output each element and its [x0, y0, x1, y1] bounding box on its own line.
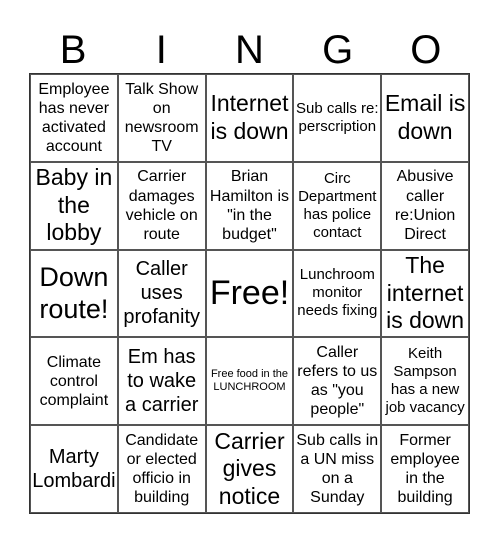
header-letter: I: [155, 28, 167, 72]
bingo-cell[interactable]: Employee has never activated account: [30, 74, 118, 162]
bingo-cell[interactable]: Lunchroom monitor needs fixing: [293, 249, 382, 338]
bingo-cell[interactable]: Down route!: [30, 249, 118, 338]
bingo-cell[interactable]: Free food in the LUNCHROOM: [205, 337, 294, 426]
bingo-header: B I N G O: [29, 26, 470, 74]
bingo-cell[interactable]: Talk Show on newsroom TV: [117, 74, 206, 162]
free-cell[interactable]: Free!: [205, 249, 294, 338]
header-letter: N: [235, 28, 264, 72]
bingo-cell[interactable]: Climate control complaint: [30, 337, 118, 426]
bingo-cell[interactable]: The internet is down: [381, 249, 469, 338]
bingo-grid: Employee has never activated account Tal…: [29, 73, 470, 514]
bingo-cell[interactable]: Keith Sampson has a new job vacancy: [381, 337, 469, 426]
bingo-cell[interactable]: Em has to wake a carrier: [117, 337, 206, 426]
bingo-cell[interactable]: Marty Lombardi: [30, 425, 118, 513]
bingo-cell[interactable]: Sub calls re: perscription: [293, 74, 382, 162]
header-letter: O: [410, 28, 442, 72]
bingo-cell[interactable]: Sub calls in a UN miss on a Sunday: [293, 425, 382, 513]
bingo-cell[interactable]: Baby in the lobby: [30, 161, 118, 250]
bingo-cell[interactable]: Candidate or elected officio in building: [117, 425, 206, 513]
bingo-cell[interactable]: Circ Department has police contact: [293, 161, 382, 250]
bingo-cell[interactable]: Caller uses profanity: [117, 249, 206, 338]
header-letter: G: [322, 28, 354, 72]
bingo-cell[interactable]: Carrier damages vehicle on route: [117, 161, 206, 250]
header-letter: B: [59, 28, 87, 72]
bingo-cell[interactable]: Caller refers to us as "you people": [293, 337, 382, 426]
bingo-cell[interactable]: Internet is down: [205, 74, 294, 162]
bingo-cell[interactable]: Email is down: [381, 74, 469, 162]
bingo-cell[interactable]: Former employee in the building: [381, 425, 469, 513]
bingo-cell[interactable]: Abusive caller re:Union Direct: [381, 161, 469, 250]
bingo-cell[interactable]: Carrier gives notice: [205, 425, 294, 513]
bingo-cell[interactable]: Brian Hamilton is "in the budget": [205, 161, 294, 250]
